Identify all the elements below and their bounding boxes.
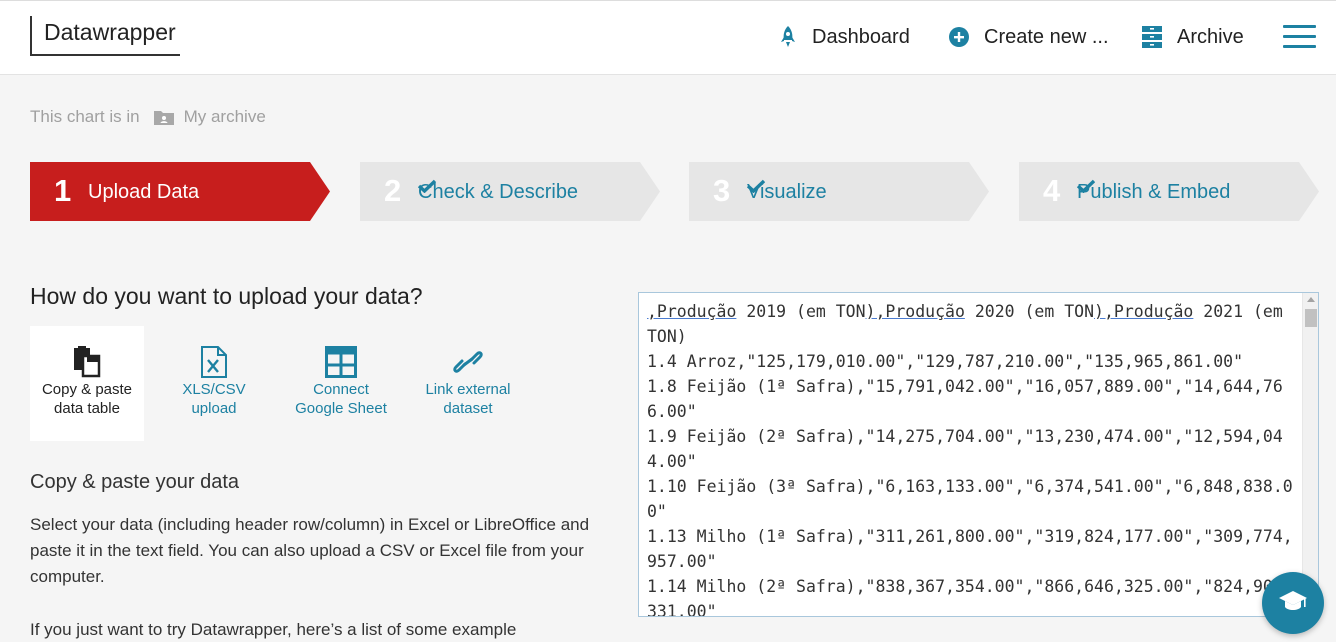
breadcrumb-prefix: This chart is in: [30, 107, 140, 126]
data-row: 1.10 Feijão (3ª Safra),"6,163,133.00","6…: [647, 477, 1293, 521]
nav-archive[interactable]: Archive: [1141, 23, 1244, 51]
option-copy-paste[interactable]: Copy & paste data table: [30, 326, 144, 441]
step-number: 4: [1043, 173, 1061, 208]
nav-dashboard[interactable]: Dashboard: [778, 23, 910, 51]
step-label: Visualize: [747, 179, 827, 203]
option-xls-csv-upload[interactable]: XLS/CSV upload: [157, 326, 271, 441]
hamburger-icon[interactable]: [1283, 25, 1316, 49]
option-label: Connect Google Sheet: [295, 381, 387, 417]
option-label: XLS/CSV upload: [182, 381, 246, 417]
step-label: Upload Data: [88, 181, 200, 203]
copy-paste-section-title: Copy & paste your data: [30, 471, 240, 493]
rocket-icon: [778, 25, 798, 49]
textarea-content: ,Produção 2019 (em TON),Produção 2020 (e…: [647, 299, 1297, 617]
breadcrumb-location[interactable]: My archive: [184, 107, 266, 127]
excel-file-icon: [157, 326, 271, 378]
paste-icon: [30, 326, 144, 378]
upload-question-heading: How do you want to upload your data?: [30, 283, 423, 309]
option-connect-google-sheet[interactable]: Connect Google Sheet: [284, 326, 398, 441]
table-grid-icon: [284, 326, 398, 378]
step-upload-data[interactable]: 1 Upload Data: [30, 162, 330, 221]
archive-icon: [1141, 25, 1163, 49]
example-datasets-intro: If you just want to try Datawrapper, her…: [30, 620, 517, 639]
nav-archive-label: Archive: [1177, 25, 1244, 48]
header-row: ,Produção 2019 (em TON),Produção 2020 (e…: [647, 302, 1293, 346]
data-row: 1.4 Arroz,"125,179,010.00","129,787,210.…: [647, 352, 1244, 371]
step-label: Check & Describe: [418, 179, 579, 203]
option-link-external-dataset[interactable]: Link external dataset: [411, 326, 525, 441]
data-row: 1.14 Milho (2ª Safra),"838,367,354.00","…: [647, 577, 1293, 617]
help-button[interactable]: [1262, 572, 1324, 634]
scroll-up-arrow-icon[interactable]: [1307, 297, 1315, 302]
scrollbar-thumb[interactable]: [1305, 309, 1317, 327]
nav-dashboard-label: Dashboard: [812, 25, 910, 48]
copy-paste-description: Select your data (including header row/c…: [30, 515, 590, 586]
data-row: 1.8 Feijão (1ª Safra),"15,791,042.00","1…: [647, 377, 1283, 421]
step-number: 3: [713, 173, 731, 208]
step-visualize[interactable]: 3 Visualize: [689, 162, 989, 221]
nav-create-new[interactable]: Create new ...: [948, 23, 1109, 51]
option-label: Copy & paste data table: [41, 381, 133, 417]
step-check-describe[interactable]: 2 Check & Describe: [360, 162, 660, 221]
data-row: 1.9 Feijão (2ª Safra),"14,275,704.00","1…: [647, 427, 1283, 471]
folder-user-icon: [153, 109, 174, 125]
step-number: 2: [384, 173, 402, 208]
top-navbar: Datawrapper Dashboard Create new ... Arc…: [0, 0, 1336, 75]
data-paste-textarea[interactable]: ,Produção 2019 (em TON),Produção 2020 (e…: [638, 292, 1319, 617]
option-label: Link external dataset: [425, 381, 511, 417]
step-number: 1: [54, 173, 72, 208]
data-row: 1.13 Milho (1ª Safra),"311,261,800.00","…: [647, 527, 1293, 571]
nav-create-new-label: Create new ...: [984, 25, 1109, 48]
step-publish-embed[interactable]: 4 Publish & Embed: [1019, 162, 1319, 221]
link-icon: [411, 326, 525, 373]
graduation-cap-icon: [1278, 589, 1308, 618]
step-arrow-shape: [689, 162, 989, 221]
breadcrumb: This chart is in My archive: [30, 107, 266, 127]
datawrapper-logo[interactable]: Datawrapper: [30, 16, 180, 56]
textarea-scrollbar[interactable]: [1302, 293, 1318, 616]
plus-circle-icon: [948, 26, 970, 48]
step-label: Publish & Embed: [1077, 179, 1231, 203]
